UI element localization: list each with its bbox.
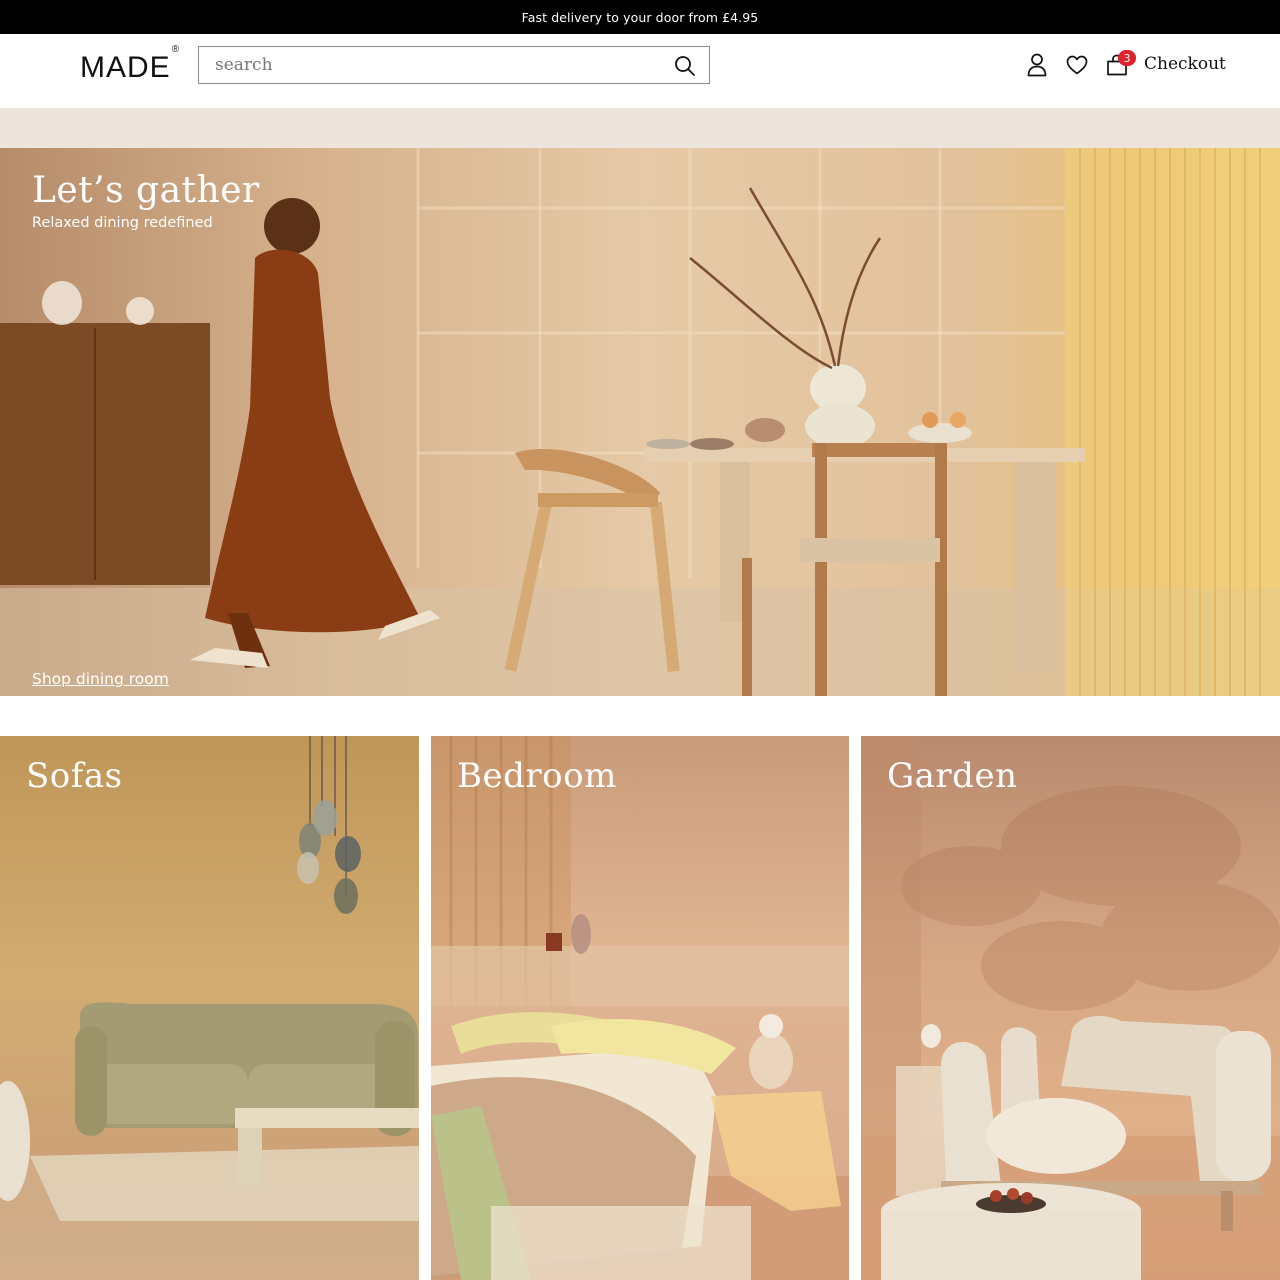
search-bar xyxy=(198,46,710,84)
bedroom-image xyxy=(431,736,849,1280)
category-tile-bedroom[interactable]: Bedroom xyxy=(431,736,849,1280)
sofa-image xyxy=(0,736,419,1280)
search-icon xyxy=(675,56,695,76)
made-logo[interactable]: MADE® xyxy=(80,44,179,85)
registered-mark: ® xyxy=(171,44,181,55)
logo-text: MADE xyxy=(80,51,171,84)
search-button[interactable] xyxy=(673,54,697,78)
promo-text: Fast delivery to your door from £4.95 xyxy=(521,9,759,25)
category-tile-sofas[interactable]: Sofas xyxy=(0,736,419,1280)
site-header: MADE® 3 Checkout xyxy=(0,34,1280,108)
search-input[interactable] xyxy=(199,47,659,83)
wishlist-button[interactable] xyxy=(1065,52,1089,78)
promo-banner: Fast delivery to your door from £4.95 xyxy=(0,0,1280,34)
hero-title: Let’s gather xyxy=(32,170,260,211)
garden-image xyxy=(861,736,1280,1280)
account-icon xyxy=(1027,53,1047,77)
shop-dining-room-link[interactable]: Shop dining room xyxy=(32,670,169,688)
tile-title-bedroom: Bedroom xyxy=(457,756,617,796)
promo-strip xyxy=(0,108,1280,148)
tile-title-sofas: Sofas xyxy=(26,756,123,796)
basket-count-badge: 3 xyxy=(1118,50,1136,66)
checkout-link[interactable]: Checkout xyxy=(1144,54,1226,74)
tile-title-garden: Garden xyxy=(887,756,1018,796)
account-button[interactable] xyxy=(1025,52,1049,78)
heart-icon xyxy=(1066,55,1088,75)
hero-subtitle: Relaxed dining redefined xyxy=(32,215,213,231)
hero-banner[interactable]: Let’s gather Relaxed dining redefined Sh… xyxy=(0,148,1280,696)
category-tile-garden[interactable]: Garden xyxy=(861,736,1280,1280)
